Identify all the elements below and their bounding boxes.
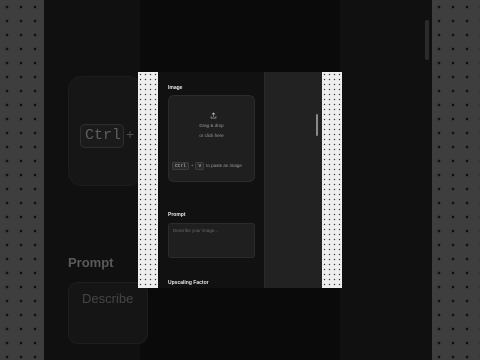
background-ctrl-key: Ctrl: [80, 124, 124, 148]
scrollbar-thumb[interactable]: [316, 114, 318, 136]
background-scrollbar: [425, 20, 429, 60]
canvas-dots-left: [138, 72, 158, 288]
prompt-input[interactable]: [168, 223, 255, 258]
background-plus: +: [126, 126, 135, 142]
background-describe-text: Describe: [82, 291, 134, 306]
output-panel: [265, 72, 322, 288]
image-section-label: Image: [168, 85, 183, 91]
v-key: V: [195, 161, 205, 170]
upscaling-factor-label: Upscaling Factor: [168, 280, 209, 286]
prompt-section-label: Prompt: [168, 212, 186, 218]
dotted-grid-right: [432, 0, 480, 360]
app-screenshot: Image Drag & drop or click here Ctrl + Vto…: [138, 72, 342, 288]
image-dropzone[interactable]: Drag & drop or click here Ctrl + Vto paste…: [168, 95, 255, 182]
paste-image-text: to paste an image: [206, 163, 242, 169]
canvas-dots-right: [322, 72, 342, 288]
ctrl-key: Ctrl: [172, 161, 189, 170]
background-prompt-label: Prompt: [68, 255, 114, 270]
paste-shortcut-hint: Ctrl + Vto paste an image: [172, 157, 242, 170]
upload-icon: [210, 112, 217, 119]
click-here-text: or click here: [199, 133, 224, 138]
drag-drop-text: Drag & drop: [199, 123, 224, 128]
plus-sign: +: [190, 163, 194, 169]
background-right-panel: [340, 0, 432, 360]
dotted-grid-left: [0, 0, 44, 360]
